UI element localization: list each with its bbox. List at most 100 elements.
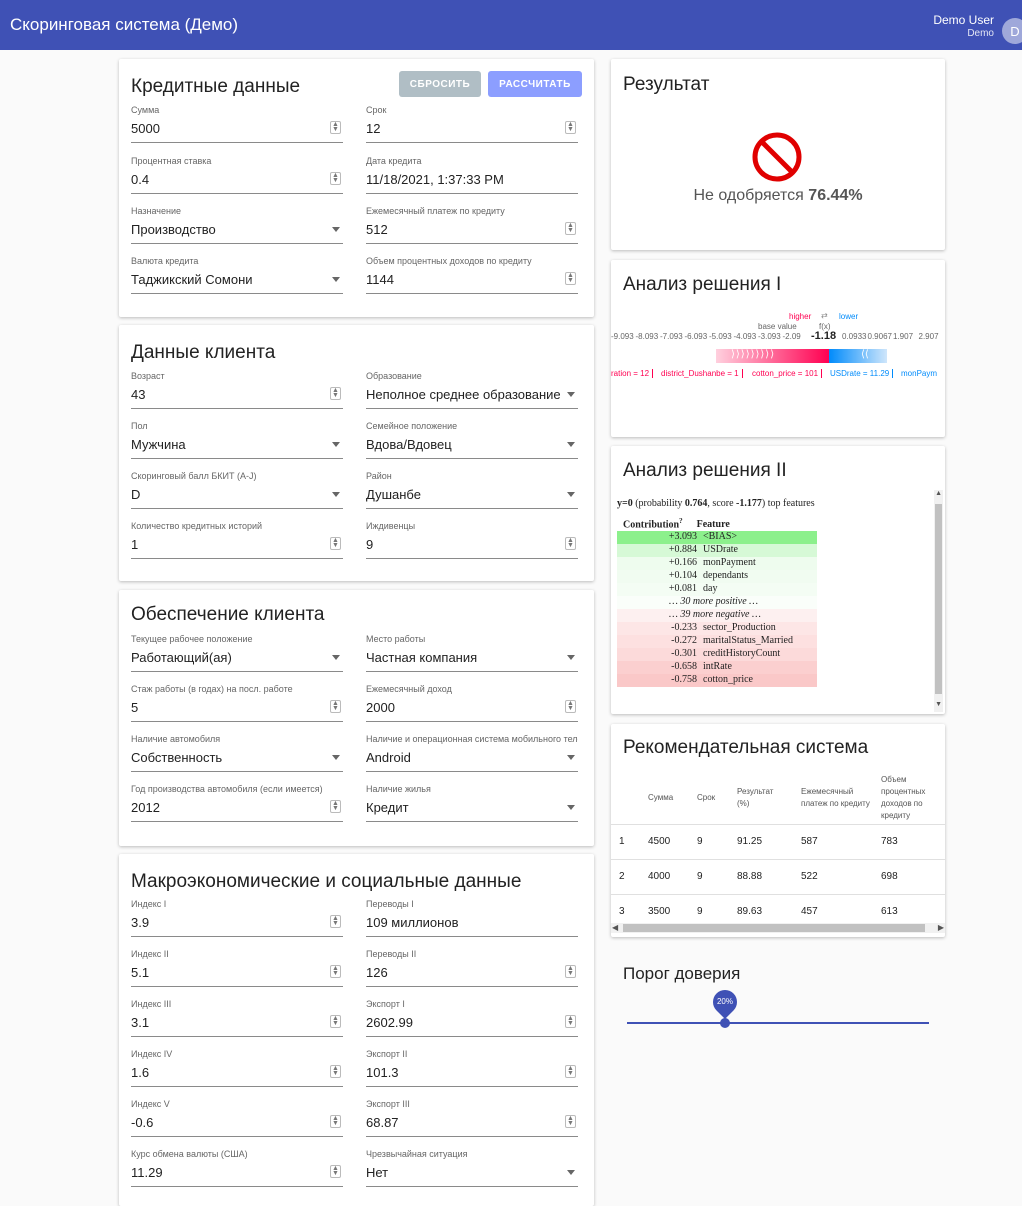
security-house-field[interactable]: Наличие жилья Кредит [366, 784, 578, 822]
stepper-icon[interactable]: ▲ ▼ [330, 1165, 341, 1178]
macro-em-field[interactable]: Чрезвычайная ситуация Нет [366, 1149, 578, 1187]
client-fam-field[interactable]: Семейное положение Вдова/Вдовец [366, 421, 578, 459]
recommend-cell: 1 [619, 836, 625, 847]
chevron-down-icon[interactable] [567, 755, 575, 760]
client-district-field[interactable]: Район Душанбе [366, 471, 578, 509]
security-cary-field[interactable]: Год производства автомобиля (если имеетс… [131, 784, 343, 822]
stepper-icon[interactable]: ▲ ▼ [330, 1115, 341, 1128]
chevron-down-icon[interactable] [567, 492, 575, 497]
macro-e3-label: Экспорт III [366, 1099, 410, 1109]
stepper-icon[interactable]: ▲ ▼ [330, 965, 341, 978]
macro-e1-field[interactable]: Экспорт I 2602.99 ▲ ▼ [366, 999, 578, 1037]
recommend-row[interactable]: 2 4000 9 88.88 522 698 [611, 859, 945, 894]
chevron-down-icon[interactable] [332, 442, 340, 447]
macro-t1-field[interactable]: Переводы I 109 миллионов [366, 899, 578, 937]
scrollbar-thumb[interactable] [935, 504, 942, 694]
security-car-field[interactable]: Наличие автомобиля Собственность [131, 734, 343, 772]
stepper-icon[interactable]: ▲ ▼ [565, 537, 576, 550]
scroll-left-icon[interactable]: ◀ [612, 923, 618, 932]
stepper-icon[interactable]: ▲ ▼ [330, 700, 341, 713]
stepper-icon[interactable]: ▲ ▼ [330, 537, 341, 550]
credit-rate-field[interactable]: Процентная ставка 0.4 ▲ ▼ [131, 156, 343, 194]
stepper-icon[interactable]: ▲ ▼ [330, 1015, 341, 1028]
stepper-icon[interactable]: ▲ ▼ [330, 121, 341, 134]
credit-term-label: Срок [366, 105, 387, 115]
macro-i1-field[interactable]: Индекс I 3.9 ▲ ▼ [131, 899, 343, 937]
recommend-column-header[interactable]: Срок [697, 774, 727, 822]
contribution-value: -0.272 [671, 635, 697, 646]
axis-tick: 0.0933 [842, 332, 867, 341]
macro-i5-field[interactable]: Индекс V -0.6 ▲ ▼ [131, 1099, 343, 1137]
stepper-icon[interactable]: ▲ ▼ [330, 800, 341, 813]
macro-fx-field[interactable]: Курс обмена валюты (США) 11.29 ▲ ▼ [131, 1149, 343, 1187]
stepper-icon[interactable]: ▲ ▼ [565, 222, 576, 235]
macro-i2-field[interactable]: Индекс II 5.1 ▲ ▼ [131, 949, 343, 987]
chevron-down-icon[interactable] [332, 227, 340, 232]
stepper-icon[interactable]: ▲ ▼ [565, 700, 576, 713]
slider-track[interactable] [627, 1022, 929, 1024]
credit-sum-field[interactable]: Сумма 5000 ▲ ▼ [131, 105, 343, 143]
stepper-icon[interactable]: ▲ ▼ [330, 172, 341, 185]
chevron-down-icon[interactable] [567, 392, 575, 397]
chevron-down-icon[interactable] [567, 655, 575, 660]
credit-date-field[interactable]: Дата кредита 11/18/2021, 1:37:33 PM [366, 156, 578, 194]
stepper-icon[interactable]: ▲ ▼ [330, 1065, 341, 1078]
recommend-column-header[interactable]: Сумма [648, 774, 688, 822]
security-place-field[interactable]: Место работы Частная компания [366, 634, 578, 672]
credit-monthly-value: 512 [366, 222, 388, 237]
macro-e3-field[interactable]: Экспорт III 68.87 ▲ ▼ [366, 1099, 578, 1137]
stepper-icon[interactable]: ▲ ▼ [565, 121, 576, 134]
stepper-icon[interactable]: ▲ ▼ [565, 1115, 576, 1128]
client-age-field[interactable]: Возраст 43 ▲ ▼ [131, 371, 343, 409]
reset-button[interactable]: СБРОСИТЬ [399, 71, 481, 97]
stepper-icon[interactable]: ▲ ▼ [565, 1065, 576, 1078]
macro-i2-value: 5.1 [131, 965, 150, 980]
client-hist-field[interactable]: Количество кредитных историй 1 ▲ ▼ [131, 521, 343, 559]
axis-tick: -4.093 [733, 332, 757, 341]
scroll-right-icon[interactable]: ▶ [938, 923, 944, 932]
chevron-down-icon[interactable] [567, 805, 575, 810]
scroll-up-icon[interactable]: ▲ [935, 490, 942, 497]
recommend-column-header[interactable]: Объем процентных доходов по кредиту [881, 774, 941, 822]
slider-thumb[interactable] [720, 1018, 730, 1028]
credit-currency-field[interactable]: Валюта кредита Таджикский Сомони [131, 256, 343, 294]
chevron-down-icon[interactable] [332, 277, 340, 282]
macro-e2-field[interactable]: Экспорт II 101.3 ▲ ▼ [366, 1049, 578, 1087]
scroll-down-icon[interactable]: ▼ [935, 701, 942, 708]
chevron-down-icon[interactable] [567, 1170, 575, 1175]
chevron-down-icon[interactable] [567, 442, 575, 447]
h-scrollbar-thumb[interactable] [623, 924, 925, 932]
stepper-icon[interactable]: ▲ ▼ [330, 387, 341, 400]
credit-purpose-field[interactable]: Назначение Производство [131, 206, 343, 244]
macro-i4-field[interactable]: Индекс IV 1.6 ▲ ▼ [131, 1049, 343, 1087]
stepper-icon[interactable]: ▲ ▼ [565, 272, 576, 285]
security-exp-field[interactable]: Стаж работы (в годах) на посл. работе 5 ▲ ▼ [131, 684, 343, 722]
recommend-column-header[interactable]: Ежемесячный платеж по кредиту [801, 774, 871, 822]
chevron-down-icon[interactable] [332, 655, 340, 660]
client-edu-field[interactable]: Образование Неполное среднее образование [366, 371, 578, 409]
stepper-icon[interactable]: ▲ ▼ [565, 965, 576, 978]
macro-t2-field[interactable]: Переводы II 126 ▲ ▼ [366, 949, 578, 987]
user-info[interactable]: Demo User Demo [933, 14, 994, 40]
chevron-down-icon[interactable] [332, 492, 340, 497]
chevron-down-icon[interactable] [332, 755, 340, 760]
calculate-button[interactable]: РАССЧИТАТЬ [488, 71, 582, 97]
credit-monthly-field[interactable]: Ежемесячный платеж по кредиту 512 ▲ ▼ [366, 206, 578, 244]
client-sex-field[interactable]: Пол Мужчина [131, 421, 343, 459]
macro-i3-field[interactable]: Индекс III 3.1 ▲ ▼ [131, 999, 343, 1037]
security-work-field[interactable]: Текущее рабочее положение Работающий(ая) [131, 634, 343, 672]
recommend-cell: 4500 [648, 836, 671, 847]
recommend-row[interactable]: 1 4500 9 91.25 587 783 [611, 824, 945, 859]
contribution-row: +3.093 <BIAS> [617, 531, 817, 544]
security-inc-label: Ежемесячный доход [366, 684, 452, 694]
avatar[interactable]: D [1002, 18, 1022, 44]
client-score-field[interactable]: Скоринговый балл БКИТ (A-J) D [131, 471, 343, 509]
stepper-icon[interactable]: ▲ ▼ [565, 1015, 576, 1028]
credit-income-field[interactable]: Объем процентных доходов по кредиту 1144 ▲… [366, 256, 578, 294]
recommend-column-header[interactable]: Результат (%) [737, 774, 783, 822]
security-phone-field[interactable]: Наличие и операционная система мобильног… [366, 734, 578, 772]
stepper-icon[interactable]: ▲ ▼ [330, 915, 341, 928]
security-inc-field[interactable]: Ежемесячный доход 2000 ▲ ▼ [366, 684, 578, 722]
client-dep-field[interactable]: Иждивенцы 9 ▲ ▼ [366, 521, 578, 559]
credit-term-field[interactable]: Срок 12 ▲ ▼ [366, 105, 578, 143]
